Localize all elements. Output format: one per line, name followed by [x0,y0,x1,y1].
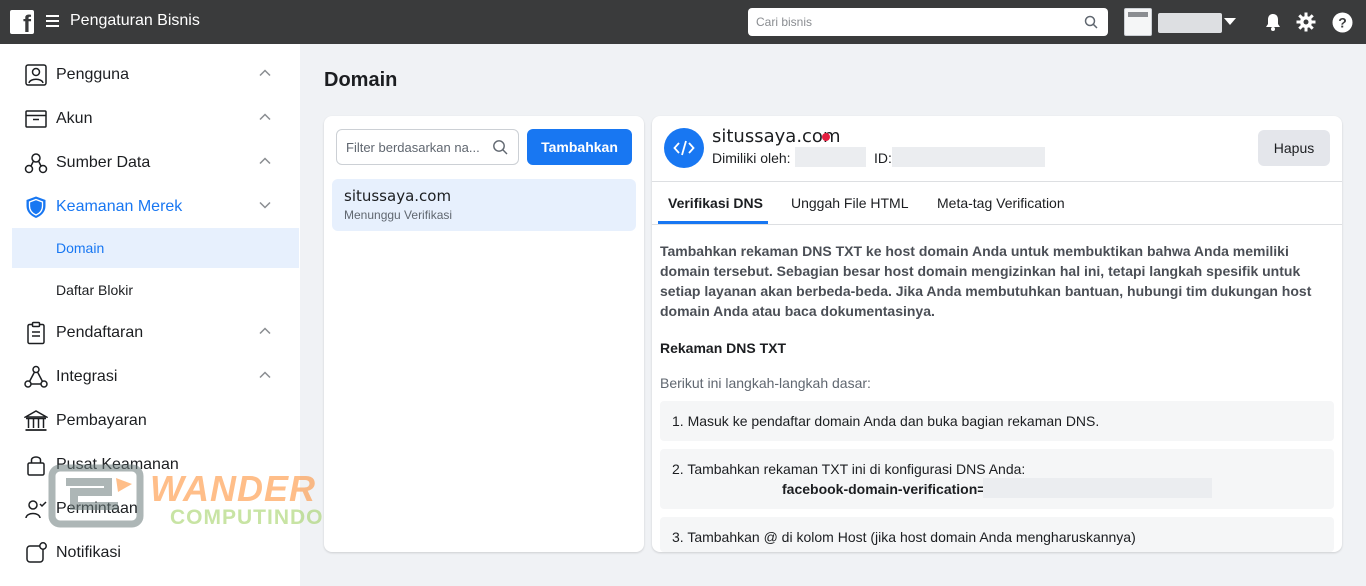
sidebar-item-permintaan[interactable]: Permintaan [12,487,299,531]
shield-icon [26,196,46,218]
sidebar-item-pendaftaran[interactable]: Pendaftaran [12,311,299,355]
search-input[interactable] [748,8,1068,36]
sidebar-item-pusat-keamanan[interactable]: Pusat Keamanan [12,443,299,487]
code-icon [664,128,704,168]
filter-input[interactable] [337,130,487,164]
lock-icon [27,456,45,476]
section-title: Rekaman DNS TXT [660,340,787,356]
sidebar-subitem-domain[interactable]: Domain [12,228,299,268]
sidebar-item-label: Pendaftaran [56,324,144,341]
sidebar-item-sumber-data[interactable]: Sumber Data [12,141,299,185]
chevron-up-icon[interactable] [259,69,271,77]
filter-box[interactable] [336,129,519,165]
bank-icon [24,410,48,431]
top-bar: f Pengaturan Bisnis ? [0,0,1366,44]
chevron-up-icon[interactable] [259,327,271,335]
user-check-icon [25,500,47,519]
bell-icon[interactable] [1262,11,1284,33]
data-source-icon [24,153,48,174]
account-box-icon [25,110,47,128]
step-box: 1. Masuk ke pendaftar domain Anda dan bu… [660,401,1334,441]
business-name-redacted[interactable] [1158,13,1222,33]
add-button[interactable]: Tambahkan [527,129,632,165]
sidebar: Pengguna Akun Sumber Data Keamanan Merek… [0,44,300,586]
id-label: ID: [874,150,892,166]
description-text: Tambahkan rekaman DNS TXT ke host domain… [660,241,1340,321]
basic-steps-label: Berikut ini langkah-langkah dasar: [660,375,871,391]
search-icon[interactable] [492,139,508,155]
sidebar-item-label: Akun [56,110,93,127]
sidebar-subitem-daftar-blokir[interactable]: Daftar Blokir [12,270,299,310]
step-text: 3. Tambahkan @ di kolom Host (jika host … [672,529,1136,545]
chevron-up-icon[interactable] [259,371,271,379]
gear-icon[interactable] [1295,11,1317,33]
header-divider [652,181,1342,182]
description-body: Tambahkan rekaman DNS TXT ke host domain… [660,243,1312,319]
sidebar-item-label: Integrasi [56,368,118,385]
tab-meta-tag-verification[interactable]: Meta-tag Verification [937,195,1065,211]
hamburger-icon[interactable] [46,15,59,27]
search-icon[interactable] [1084,15,1098,29]
domain-detail-panel: situssaya.com Dimiliki oleh: ID: Hapus V… [652,116,1342,552]
sidebar-item-integrasi[interactable]: Integrasi [12,355,299,399]
clipboard-icon [27,321,45,345]
page-title: Domain [324,69,398,91]
status-dot [822,133,830,141]
user-icon [25,64,47,86]
chevron-down-icon[interactable] [259,201,271,209]
domain-item-status: Menunggu Verifikasi [344,208,453,222]
delete-button[interactable]: Hapus [1258,130,1330,166]
chevron-up-icon[interactable] [259,113,271,121]
integration-icon [24,365,48,388]
sidebar-subitem-label: Domain [56,240,105,256]
facebook-icon[interactable]: f [10,10,34,37]
step-box: 2. Tambahkan rekaman TXT ini di konfigur… [660,449,1334,509]
sidebar-subitem-label: Daftar Blokir [56,282,134,298]
app-title: Pengaturan Bisnis [70,12,200,29]
id-redacted [892,147,1045,167]
sidebar-item-label: Pembayaran [56,412,147,429]
sidebar-item-keamanan-merek[interactable]: Keamanan Merek [12,185,299,229]
sidebar-item-akun[interactable]: Akun [12,97,299,141]
list-item[interactable]: situssaya.com Menunggu Verifikasi [332,179,636,231]
business-avatar[interactable] [1124,8,1152,36]
sidebar-item-pembayaran[interactable]: Pembayaran [12,399,299,443]
sidebar-item-label: Permintaan [56,500,138,517]
chevron-up-icon[interactable] [259,157,271,165]
sidebar-item-label: Pusat Keamanan [56,456,179,473]
tabs-divider [652,224,1342,225]
step-text: 2. Tambahkan rekaman TXT ini di konfigur… [672,461,1026,477]
sidebar-item-label: Pengguna [56,66,129,83]
tab-unggah-file-html[interactable]: Unggah File HTML [791,195,909,211]
chevron-down-icon[interactable] [1224,18,1236,25]
sidebar-item-pengguna[interactable]: Pengguna [12,53,299,97]
svg-text:?: ? [1338,14,1347,30]
search-box[interactable] [748,8,1108,36]
txt-record-value[interactable]: facebook-domain-verification=( [782,481,990,497]
sidebar-item-label: Notifikasi [56,544,121,561]
step-box: 3. Tambahkan @ di kolom Host (jika host … [660,517,1334,552]
sidebar-item-label: Sumber Data [56,154,151,171]
owner-redacted [795,147,866,167]
step-text: 1. Masuk ke pendaftar domain Anda dan bu… [672,413,1100,429]
sidebar-item-notifikasi[interactable]: Notifikasi [12,531,299,575]
notification-icon [26,542,47,563]
sidebar-item-label: Keamanan Merek [56,198,183,215]
domain-item-name: situssaya.com [344,187,452,205]
domain-list-panel: Tambahkan situssaya.com Menunggu Verifik… [324,116,644,552]
txt-record-redacted [983,478,1212,498]
tab-verifikasi-dns[interactable]: Verifikasi DNS [668,195,763,211]
owned-by-label: Dimiliki oleh: [712,150,791,166]
help-icon[interactable]: ? [1331,11,1353,33]
